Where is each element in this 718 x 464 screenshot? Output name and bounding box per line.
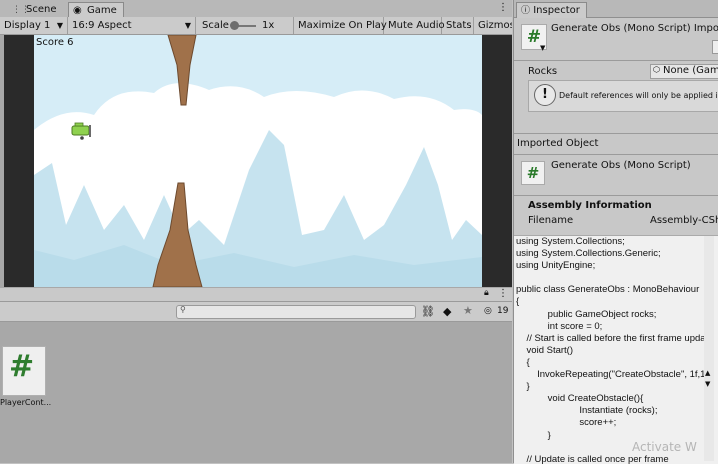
dropdown-arrow-icon: ▼ — [184, 21, 191, 30]
view-tab-bar: ⋮⋮ Scene ◉ Game ⋮ — [0, 0, 512, 18]
assembly-info-header: Assembly Information — [528, 200, 652, 211]
project-tab-bar: 🔒︎ ⋮ — [0, 288, 512, 302]
gizmos-label: Gizmos — [478, 20, 512, 31]
stats-label: Stats — [446, 20, 472, 31]
dropdown-arrow-icon[interactable]: ▼ — [540, 44, 545, 52]
filter-by-type-icon[interactable]: ⛓ — [421, 305, 435, 318]
more-options-icon[interactable]: ⋮ — [498, 288, 508, 299]
inspector-tab-bar: ⓘ Inspector — [514, 0, 718, 18]
dropdown-arrow-icon: ▼ — [56, 21, 63, 30]
rocks-object-field[interactable]: ⬡ None (Game — [650, 64, 718, 79]
stats-toggle[interactable]: Stats — [442, 17, 474, 34]
activation-watermark: Activate W — [632, 440, 697, 454]
tab-inspector[interactable]: ⓘ Inspector — [516, 2, 587, 18]
score-text: Score 6 — [36, 37, 74, 48]
gizmos-toggle[interactable]: Gizmos — [474, 17, 512, 34]
slider-thumb[interactable] — [230, 21, 239, 30]
lock-icon[interactable]: 🔒︎ — [484, 288, 489, 298]
component-settings-button[interactable] — [712, 40, 718, 54]
tab-scene[interactable]: Scene — [22, 2, 63, 17]
maximize-label: Maximize On Play — [298, 20, 387, 31]
more-options-icon[interactable]: ⋮ — [498, 2, 508, 13]
game-scene — [34, 35, 482, 287]
divider — [514, 133, 718, 134]
script-preview: using System.Collections; using System.C… — [514, 235, 718, 464]
rocks-value: None (Game — [663, 65, 718, 76]
rocks-label: Rocks — [528, 66, 558, 77]
tab-game-label: Game — [87, 5, 117, 16]
imported-object-name: Generate Obs (Mono Script) — [551, 160, 691, 171]
scale-value: 1x — [262, 20, 275, 31]
script-source-text: using System.Collections; using System.C… — [516, 236, 709, 464]
game-viewport[interactable] — [34, 35, 482, 287]
imported-object-label: Imported Object — [517, 138, 599, 149]
aspect-dropdown[interactable]: 16:9 Aspect ▼ — [68, 17, 196, 34]
tab-scene-label: Scene — [26, 4, 57, 15]
script-icon: # — [521, 161, 545, 185]
scale-label: Scale — [202, 20, 229, 31]
filename-label: Filename — [528, 215, 574, 226]
gameobject-icon: ⬡ — [653, 65, 660, 74]
vertical-scrollbar[interactable]: ▲ ▼ — [704, 236, 714, 461]
csharp-hash-icon: # — [9, 349, 35, 384]
tab-game[interactable]: ◉ Game — [68, 2, 124, 18]
mute-audio-toggle[interactable]: Mute Audio — [384, 17, 445, 34]
asset-label[interactable]: PlayerCont... — [0, 398, 51, 407]
scroll-down-arrow-icon[interactable]: ▼ — [705, 380, 710, 388]
warning-icon: ! — [534, 84, 556, 106]
divider — [514, 154, 718, 155]
filter-by-label-icon[interactable]: ◆ — [443, 305, 451, 318]
divider — [514, 60, 718, 61]
info-icon: ⓘ — [521, 6, 531, 16]
maximize-on-play-toggle[interactable]: Maximize On Play — [294, 17, 387, 34]
hidden-packages-icon[interactable]: ◎ — [484, 306, 492, 316]
warning-text: Default references will only be applied … — [559, 91, 718, 100]
scale-slider[interactable]: Scale 1x — [198, 17, 294, 34]
display-label: Display 1 — [4, 20, 51, 31]
filename-value: Assembly-CSh — [650, 215, 718, 226]
tab-inspector-label: Inspector — [533, 5, 580, 16]
game-toolbar: Display 1 ▼ 16:9 Aspect ▼ Scale 1x Maxim… — [0, 17, 512, 35]
search-icon: ⚲ — [180, 305, 186, 314]
display-dropdown[interactable]: Display 1 ▼ — [0, 17, 68, 34]
aspect-label: 16:9 Aspect — [72, 20, 132, 31]
warning-helpbox: ! Default references will only be applie… — [528, 80, 718, 112]
mute-label: Mute Audio — [388, 20, 445, 31]
inspector-title: Generate Obs (Mono Script) Impo — [551, 23, 718, 34]
hidden-packages-count: 19 — [497, 306, 509, 316]
favorite-star-icon[interactable]: ★ — [463, 304, 473, 317]
search-input[interactable]: ⚲ — [176, 305, 416, 319]
scroll-up-arrow-icon[interactable]: ▲ — [705, 369, 710, 377]
gamepad-icon: ◉ — [73, 5, 82, 16]
divider — [514, 195, 718, 196]
script-asset-icon[interactable]: # — [2, 346, 46, 396]
